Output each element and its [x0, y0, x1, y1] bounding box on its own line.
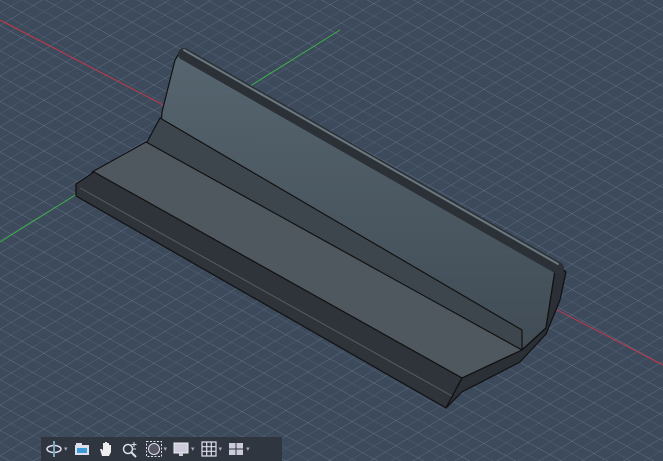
- viewports-dropdown[interactable]: ▾: [246, 445, 250, 453]
- orbit-dropdown[interactable]: ▾: [64, 445, 68, 453]
- pan-hand-icon: [99, 442, 111, 456]
- fit-window-icon: [145, 441, 162, 457]
- orbit-icon: [46, 441, 62, 457]
- 3d-viewport[interactable]: [0, 0, 663, 461]
- orbit-button[interactable]: ▾: [45, 439, 71, 459]
- zoom-icon: [122, 442, 137, 458]
- display-dropdown[interactable]: ▾: [191, 445, 195, 453]
- grid-button[interactable]: ▾: [200, 439, 226, 459]
- grid-icon: [200, 441, 217, 457]
- pan-button[interactable]: [97, 439, 115, 459]
- look-at-button[interactable]: [73, 439, 91, 459]
- fit-window-button[interactable]: ▾: [145, 439, 171, 459]
- viewports-icon: [229, 443, 244, 455]
- display-settings-button[interactable]: ▾: [172, 439, 198, 459]
- display-settings-icon: [173, 442, 189, 456]
- fit-dropdown[interactable]: ▾: [164, 445, 168, 453]
- viewports-button[interactable]: ▾: [227, 439, 253, 459]
- zoom-button[interactable]: [121, 439, 139, 459]
- navigation-toolbar: ▾ ▾ ▾ ▾ ▾: [41, 437, 282, 461]
- grid-dropdown[interactable]: ▾: [219, 445, 223, 453]
- look-at-icon: [74, 443, 89, 455]
